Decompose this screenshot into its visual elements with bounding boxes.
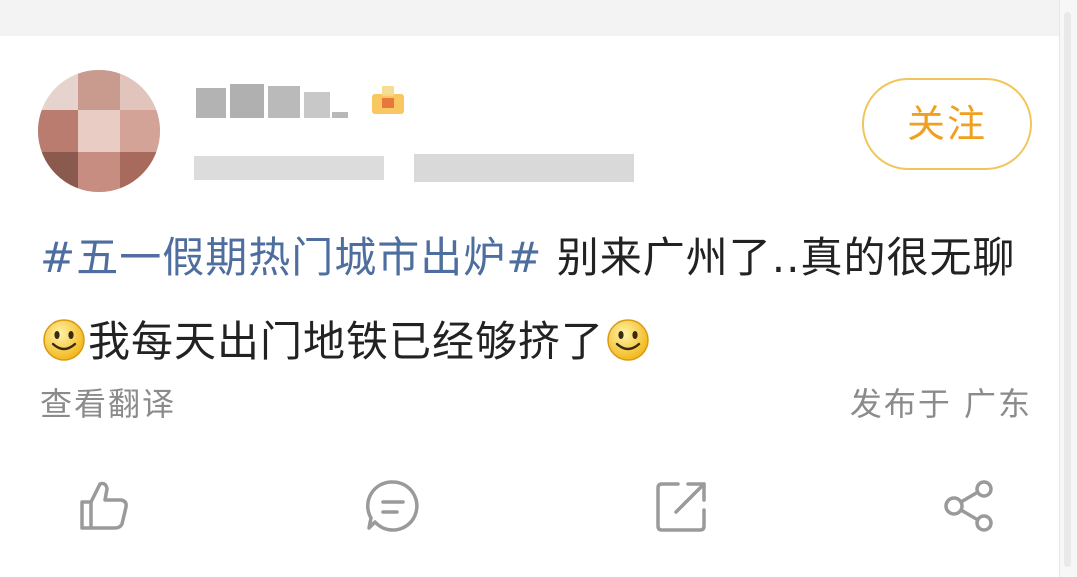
comment-button[interactable]: [363, 476, 423, 536]
like-button[interactable]: [74, 476, 134, 536]
screen: 关注 #五一假期热门城市出炉# 别来广州了..真的很无聊我每天出门地铁已经够挤了…: [0, 0, 1077, 577]
follow-button[interactable]: 关注: [862, 78, 1032, 170]
post-location: 发布于 广东: [849, 385, 1032, 423]
view-translation-link[interactable]: 查看翻译: [40, 379, 176, 425]
comment-bubble-icon: [366, 480, 419, 532]
thumbs-up-icon: [80, 481, 128, 530]
share-icon: [944, 480, 993, 532]
post-text: #五一假期热门城市出炉# 别来广州了..真的很无聊我每天出门地铁已经够挤了: [40, 216, 1030, 384]
post-text-part1: 别来广州了..真的很无聊: [542, 233, 1016, 282]
smiley-emoji: [606, 306, 650, 361]
username-blurred[interactable]: [196, 82, 348, 122]
repost-button[interactable]: [652, 476, 712, 536]
topic-link[interactable]: #五一假期热门城市出炉#: [40, 233, 542, 282]
repost-icon: [656, 482, 706, 532]
vip-crown-icon: [368, 84, 408, 118]
post-card: 关注 #五一假期热门城市出炉# 别来广州了..真的很无聊我每天出门地铁已经够挤了…: [0, 36, 1060, 577]
smiley-emoji: [42, 306, 86, 361]
share-button[interactable]: [940, 476, 1000, 536]
post-text-part2: 我每天出门地铁已经够挤了: [88, 317, 605, 366]
scrollbar[interactable]: [1059, 0, 1077, 577]
avatar[interactable]: [38, 70, 160, 192]
post-meta-blurred: [194, 152, 634, 182]
scrollbar-thumb[interactable]: [1064, 12, 1071, 567]
